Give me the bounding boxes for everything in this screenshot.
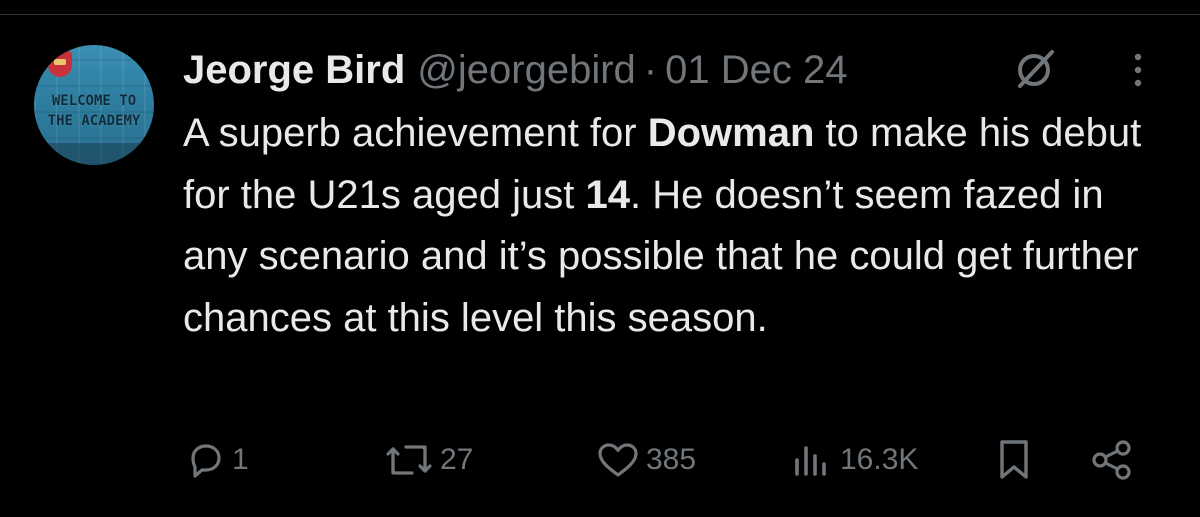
tweet-date[interactable]: 01 Dec 24 bbox=[665, 48, 847, 93]
user-handle[interactable]: @jeorgebird bbox=[417, 48, 636, 93]
like-count: 385 bbox=[646, 443, 697, 476]
tweet-text-bold: 14 bbox=[585, 172, 630, 217]
bookmark-icon bbox=[1000, 440, 1028, 479]
bookmark-button[interactable] bbox=[994, 430, 1034, 490]
like-button[interactable]: 385 bbox=[596, 430, 696, 490]
action-bar: 1 27 385 16.3K bbox=[0, 430, 1200, 490]
separator-dot: · bbox=[643, 47, 658, 92]
views-button[interactable]: 16.3K bbox=[790, 430, 918, 490]
divider bbox=[0, 14, 1200, 15]
repost-count: 27 bbox=[440, 443, 474, 476]
tweet[interactable]: WELCOME TO THE ACADEMY Jeorge Bird @jeor… bbox=[0, 0, 1200, 517]
avatar-shadow bbox=[34, 143, 154, 165]
crest-icon bbox=[48, 51, 72, 77]
reply-button[interactable]: 1 bbox=[186, 430, 249, 490]
share-icon bbox=[1092, 440, 1131, 480]
repost-icon bbox=[386, 445, 432, 475]
views-count: 16.3K bbox=[840, 443, 919, 476]
reply-count: 1 bbox=[232, 443, 249, 476]
views-icon bbox=[795, 446, 826, 476]
tweet-text: A superb achievement for Dowman to make … bbox=[183, 103, 1173, 349]
more-icon[interactable] bbox=[1128, 50, 1148, 90]
display-name[interactable]: Jeorge Bird bbox=[183, 48, 405, 93]
repost-button[interactable]: 27 bbox=[384, 430, 473, 490]
tweet-text-bold: Dowman bbox=[647, 111, 815, 155]
avatar-text-line2: THE ACADEMY bbox=[47, 113, 141, 129]
avatar[interactable]: WELCOME TO THE ACADEMY bbox=[34, 45, 154, 165]
reply-icon bbox=[191, 444, 221, 478]
grok-icon[interactable] bbox=[1012, 46, 1058, 92]
avatar-text-line1: WELCOME TO bbox=[51, 93, 137, 109]
tweet-header: Jeorge Bird @jeorgebird · 01 Dec 24 bbox=[183, 42, 847, 98]
tweet-text-segment: A superb achievement for bbox=[183, 111, 648, 155]
share-button[interactable] bbox=[1090, 430, 1136, 490]
heart-icon bbox=[598, 443, 638, 477]
